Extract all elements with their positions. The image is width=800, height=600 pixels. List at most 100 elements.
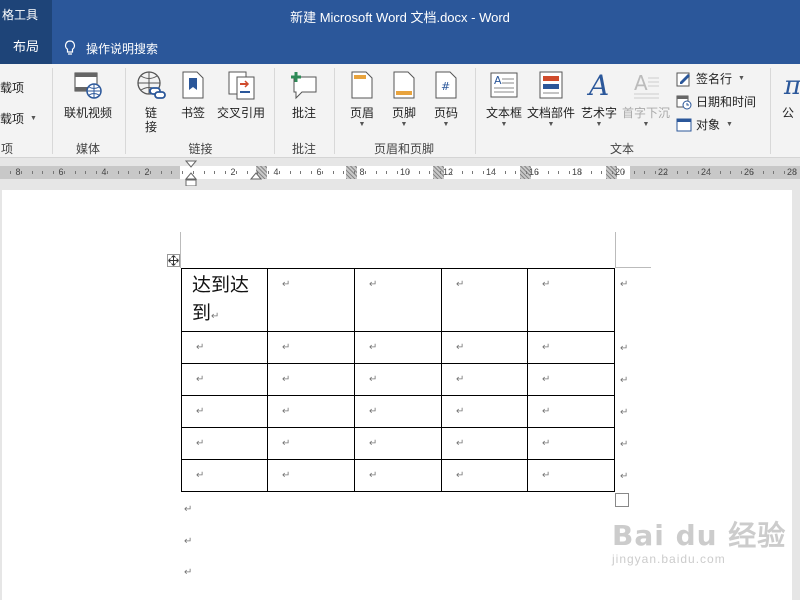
new-comment-button[interactable]: 批注 [284,70,324,120]
horizontal-ruler[interactable]: 8 6 4 2 2 4 6 8 10 12 14 16 18 20 22 24 26 28 [0,158,800,188]
quick-parts-button[interactable]: 文档部件 ▼ [527,70,575,128]
tell-me-label: 操作说明搜索 [86,41,159,56]
table-cell[interactable]: ↵ [441,268,528,332]
ruler-tick [472,171,474,174]
online-video-label: 联机视频 [63,106,112,120]
object-button[interactable]: 对象 ▼ [676,116,733,133]
wordart-button[interactable]: A 艺术字 ▼ [580,70,618,128]
table-cell[interactable]: ↵ [527,268,615,332]
table-cell[interactable]: ↵ [181,427,268,460]
table-cell[interactable]: ↵ [181,331,268,364]
table-move-handle[interactable] [167,254,180,267]
ruler-tick [354,171,355,174]
addins-store-button[interactable]: 载项 [0,79,24,96]
paragraph-mark: ↵ [196,374,205,385]
ruler-tick [106,171,108,174]
ruler-tick [515,171,517,174]
table-cell[interactable]: ↵ [441,427,528,460]
drop-cap-button[interactable]: A 首字下沉 ▼ [622,70,670,128]
paragraph-mark: ↵ [196,438,205,449]
paragraph-mark: ↵ [542,374,551,385]
text-box-button[interactable]: A 文本框 ▼ [484,70,524,128]
table-cell[interactable]: ↵ [441,395,528,428]
ruler-tick [504,171,506,174]
table-cell[interactable]: ↵ [527,459,615,492]
ruler-tick [53,171,54,174]
signature-line-button[interactable]: 签名行 ▼ [676,70,745,87]
table-cell[interactable]: ↵ [267,331,355,364]
table-cell[interactable]: ↵ [267,395,355,428]
table-cell[interactable]: 达到达 到↵ [181,268,268,332]
ruler-tick [311,171,312,174]
svg-text:π: π [783,71,800,100]
table-cell[interactable]: ↵ [354,268,442,332]
table-cell[interactable]: ↵ [441,331,528,364]
document-table[interactable]: 达到达 到↵ ↵ ↵ ↵ ↵ ↵ ↵ ↵ ↵ ↵ ↵ ↵ ↵ ↵ ↵ ↵ ↵ ↵ ↵ ↵ ↵ ↵ ↵ ↵ ↵ ↵ ↵ ↵ ↵ ↵ [181,268,615,492]
ruler-number: 2 [230,167,236,177]
ruler-tick [590,171,592,174]
ruler-tick [214,171,216,174]
group-separator [52,68,53,154]
paragraph-mark: ↵ [542,438,551,449]
tab-layout[interactable]: 布局 [0,32,52,64]
ruler-number: 4 [273,167,279,177]
ruler-tick [708,171,710,174]
table-cell[interactable]: ↵ [441,363,528,396]
table-cell[interactable]: ↵ [354,427,442,460]
cell-text-line-1: 达到达 [192,274,250,296]
date-time-button[interactable]: 日期和时间 [676,93,756,110]
ruler-tick [622,171,624,174]
group-separator [475,68,476,154]
table-cell[interactable]: ↵ [267,459,355,492]
ruler-tick [483,171,484,174]
table-cell[interactable]: ↵ [267,363,355,396]
lightbulb-icon [64,40,76,55]
table-cell[interactable]: ↵ [181,395,268,428]
comment-icon [291,72,317,100]
tell-me-search[interactable]: 操作说明搜索 [64,32,158,64]
wordart-label: 艺术字 [580,106,617,120]
ruler-tick [85,171,87,174]
paragraph-mark: ↵ [282,438,291,449]
group-header-footer-label: 页眉和页脚 [373,142,434,156]
table-cell[interactable]: ↵ [181,459,268,492]
quick-parts-label: 文档部件 [527,106,576,120]
cross-reference-button[interactable]: 交叉引用 [214,70,268,120]
ruler-tick [461,171,463,174]
table-cell[interactable]: ↵ [441,459,528,492]
ruler-tick [321,171,323,174]
table-cell[interactable]: ↵ [354,363,442,396]
online-video-button[interactable]: 联机视频 [60,70,116,120]
table-cell[interactable]: ↵ [267,427,355,460]
table-cell[interactable]: ↵ [527,363,615,396]
indent-marker-icon[interactable] [185,160,197,188]
table-cell[interactable]: ↵ [527,427,615,460]
header-button[interactable]: 页眉 ▼ [344,70,380,128]
chevron-down-icon: ▼ [30,115,37,122]
column-marker[interactable] [346,166,357,179]
table-cell[interactable]: ↵ [354,459,442,492]
paragraph-mark: ↵ [456,374,465,385]
ruler-number: 8 [15,167,21,177]
table-cell[interactable]: ↵ [527,331,615,364]
link-button[interactable]: 链接 [133,70,169,134]
table-cell[interactable]: ↵ [354,331,442,364]
equation-button[interactable]: π 公 [782,70,800,120]
ruler-tick [751,171,753,174]
ruler-tick [278,171,280,174]
footer-label: 页脚 [391,106,416,120]
table-cell[interactable]: ↵ [181,363,268,396]
right-indent-marker-icon[interactable] [250,172,262,180]
table-resize-handle[interactable] [615,493,629,507]
ruler-tick [773,171,775,174]
footer-button[interactable]: 页脚 ▼ [386,70,422,128]
table-cell[interactable]: ↵ [267,268,355,332]
table-cell[interactable]: ↵ [354,395,442,428]
my-addins-button[interactable]: 载项 ▼ [0,110,37,127]
ruler-tick [397,171,398,174]
page-number-button[interactable]: # 页码 ▼ [428,70,464,128]
table-cell[interactable]: ↵ [527,395,615,428]
bookmark-button[interactable]: 书签 [176,70,210,120]
ruler-tick [547,171,549,174]
ruler-tick [665,171,667,174]
